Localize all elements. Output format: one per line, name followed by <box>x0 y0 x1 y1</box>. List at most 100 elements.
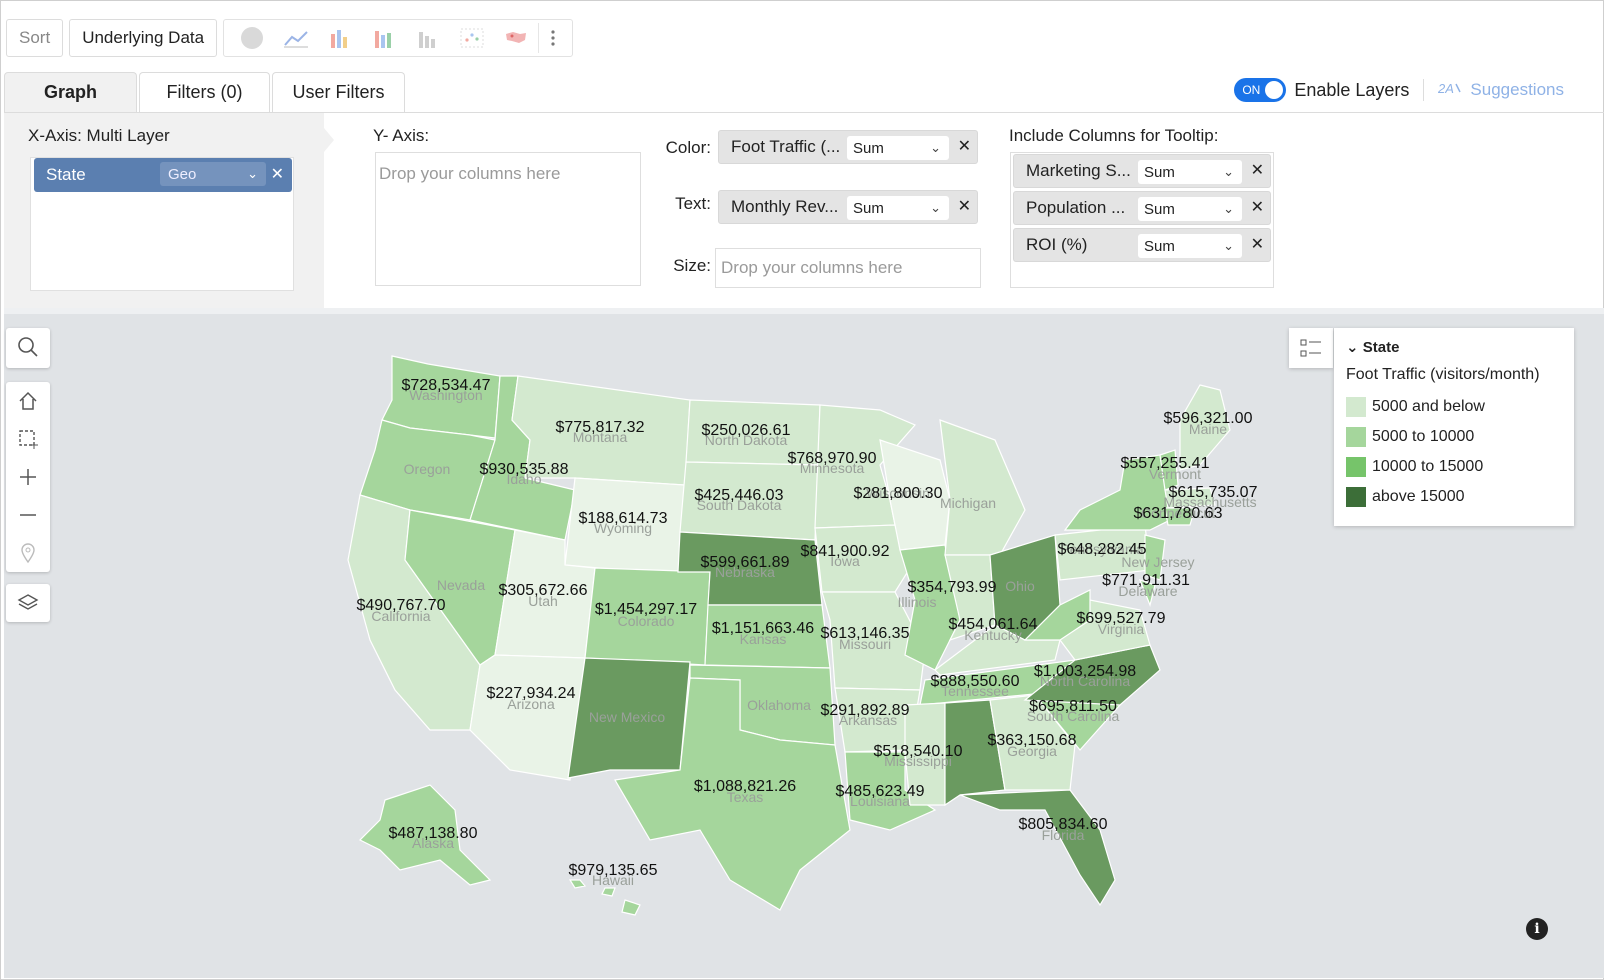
tooltip-field-name: Population ... <box>1026 198 1126 217</box>
legend-swatch <box>1346 487 1366 507</box>
state-value-label: $1,151,663.46 <box>712 620 814 637</box>
y-axis-dropzone[interactable]: Drop your columns here <box>375 152 641 286</box>
color-field-pill[interactable]: Foot Traffic (... Sum ⌄ ✕ <box>718 130 978 164</box>
zoom-out-icon[interactable] <box>6 496 50 534</box>
toggle-knob <box>1265 81 1284 99</box>
toolbar: Sort Underlying Data <box>6 19 574 57</box>
x-axis-field-pill[interactable]: State Geo ⌄ ✕ <box>34 158 292 192</box>
suggestions-link[interactable]: Suggestions <box>1470 80 1564 100</box>
layers-icon[interactable] <box>6 584 50 622</box>
home-icon[interactable] <box>6 382 50 420</box>
state-value-label: $695,811.50 <box>1029 698 1117 715</box>
remove-color-field-icon[interactable]: ✕ <box>958 136 971 156</box>
state-name-label: Michigan <box>940 495 996 511</box>
enable-layers-toggle[interactable]: ON <box>1234 78 1287 102</box>
remove-tooltip-field-icon[interactable]: ✕ <box>1251 197 1264 217</box>
remove-tooltip-field-icon[interactable]: ✕ <box>1251 160 1264 180</box>
tooltip-agg-select[interactable]: Sum ⌄ <box>1138 234 1242 258</box>
bar-chart-icon[interactable] <box>318 23 362 53</box>
legend-toggle-icon[interactable] <box>1289 328 1333 368</box>
tooltip-agg-value: Sum <box>1144 200 1175 218</box>
chevron-down-icon: ⌄ <box>930 200 941 215</box>
state-value-label: $557,255.41 <box>1121 455 1210 472</box>
box-select-icon[interactable] <box>6 420 50 458</box>
state-value-label: $485,623.49 <box>836 783 925 800</box>
legend-swatch <box>1346 427 1366 447</box>
remove-x-field-icon[interactable]: ✕ <box>271 164 284 184</box>
sort-button[interactable]: Sort <box>6 19 64 57</box>
legend-item[interactable]: 5000 to 10000 <box>1346 422 1562 452</box>
tooltip-field-pill[interactable]: Population ... Sum ⌄ ✕ <box>1013 191 1271 225</box>
line-chart-icon[interactable] <box>274 23 318 53</box>
state-value-label: $487,138.80 <box>389 825 478 842</box>
tooltip-agg-select[interactable]: Sum ⌄ <box>1138 197 1242 221</box>
tooltip-agg-value: Sum <box>1144 237 1175 255</box>
layers-controls: ON Enable Layers 2A Suggestions <box>1234 78 1564 102</box>
tooltip-field-pill[interactable]: ROI (%) Sum ⌄ ✕ <box>1013 228 1271 262</box>
y-axis-label: Y- Axis: <box>373 126 430 145</box>
text-field-pill[interactable]: Monthly Rev... Sum ⌄ ✕ <box>718 190 978 224</box>
more-options-icon[interactable] <box>538 23 566 53</box>
tooltip-field-pill[interactable]: Marketing S... Sum ⌄ ✕ <box>1013 154 1271 188</box>
x-axis-label: X-Axis: Multi Layer <box>28 126 170 145</box>
legend-item[interactable]: 10000 to 15000 <box>1346 452 1562 482</box>
scatter-icon[interactable] <box>450 23 494 53</box>
chevron-down-icon: ⌄ <box>1223 201 1234 216</box>
x-axis-panel-pointer <box>324 128 334 152</box>
state-value-label: $805,834.60 <box>1019 816 1108 833</box>
chevron-down-icon: ⌄ <box>1223 238 1234 253</box>
state-value-label: $596,321.00 <box>1164 410 1253 427</box>
state-value-label: $699,527.79 <box>1077 610 1166 627</box>
tab-user-filters[interactable]: User Filters <box>272 72 405 112</box>
underlying-data-button[interactable]: Underlying Data <box>69 19 218 57</box>
color-agg-select[interactable]: Sum ⌄ <box>847 136 949 160</box>
map-search-control <box>6 328 50 368</box>
state-name-label: Utah <box>528 593 558 609</box>
state-value-label: $490,767.70 <box>357 597 446 614</box>
size-placeholder: Drop your columns here <box>721 258 903 277</box>
tooltip-agg-select[interactable]: Sum ⌄ <box>1138 160 1242 184</box>
tab-filters[interactable]: Filters (0) <box>139 72 270 112</box>
state-name-label: Arkansas <box>839 712 897 728</box>
remove-tooltip-field-icon[interactable]: ✕ <box>1251 234 1264 254</box>
map-icon[interactable] <box>494 23 538 53</box>
legend-item[interactable]: above 15000 <box>1346 482 1562 512</box>
legend-label: 5000 to 10000 <box>1372 428 1475 445</box>
enable-layers-label: Enable Layers <box>1294 79 1410 100</box>
legend-item[interactable]: 5000 and below <box>1346 392 1562 422</box>
state-value-label: $728,534.47 <box>402 377 491 394</box>
state-value-label: $188,614.73 <box>579 510 668 527</box>
state-value-label: $250,026.61 <box>702 422 791 439</box>
map-legend: ⌄ State Foot Traffic (visitors/month) 50… <box>1334 328 1574 526</box>
map-zoom-controls <box>6 382 50 572</box>
state-name-label: Nevada <box>437 577 485 593</box>
zoom-in-icon[interactable] <box>6 458 50 496</box>
chevron-down-icon: ⌄ <box>247 166 258 181</box>
chevron-down-icon: ⌄ <box>1223 164 1234 179</box>
text-agg-select[interactable]: Sum ⌄ <box>847 196 949 220</box>
stacked-bar-icon[interactable] <box>362 23 406 53</box>
x-axis-agg-select[interactable]: Geo ⌄ <box>160 162 266 186</box>
suggestions-icon: 2A <box>1437 80 1462 101</box>
legend-label: 5000 and below <box>1372 398 1485 415</box>
state-name-label: New Mexico <box>589 709 665 725</box>
state-value-label: $775,817.32 <box>556 419 645 436</box>
legend-header[interactable]: ⌄ State <box>1346 338 1562 356</box>
pie-chart-icon[interactable] <box>230 23 274 53</box>
state-value-label: $1,003,254.98 <box>1034 663 1136 680</box>
column-chart-icon[interactable] <box>406 23 450 53</box>
search-icon[interactable] <box>6 328 50 366</box>
tab-graph[interactable]: Graph <box>4 72 137 112</box>
tooltip-field-name: Marketing S... <box>1026 161 1131 180</box>
tooltip-label: Include Columns for Tooltip: <box>1009 126 1219 145</box>
pin-icon[interactable] <box>6 534 50 572</box>
legend-label: 10000 to 15000 <box>1372 458 1484 475</box>
info-icon[interactable]: i <box>1526 918 1548 940</box>
size-dropzone[interactable]: Drop your columns here <box>715 248 981 288</box>
legend-title: Foot Traffic (visitors/month) <box>1346 366 1540 383</box>
remove-text-field-icon[interactable]: ✕ <box>958 196 971 216</box>
legend-swatch <box>1346 457 1366 477</box>
state-name-label: Illinois <box>898 594 937 610</box>
state-value-label: $930,535.88 <box>480 461 569 478</box>
state-name-label: New Jersey <box>1121 554 1194 570</box>
